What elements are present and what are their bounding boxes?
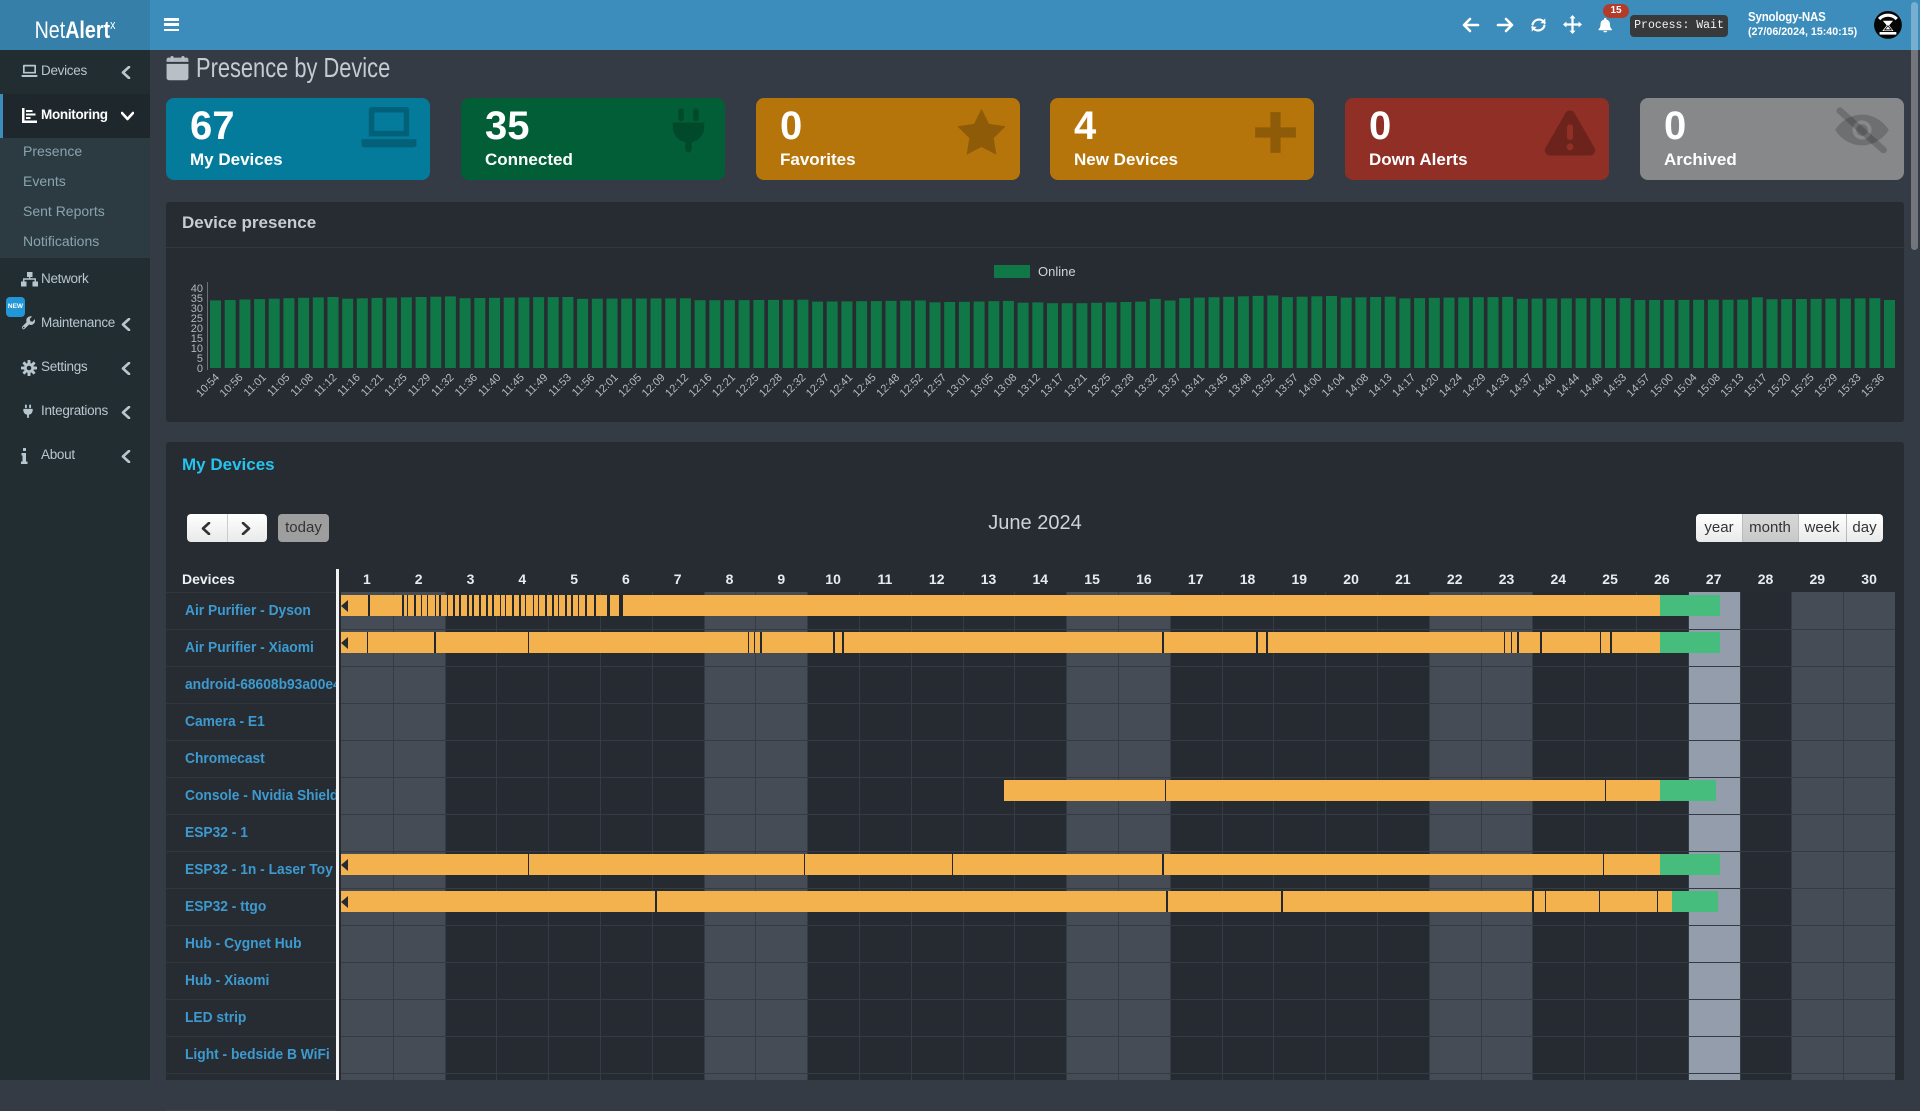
- svg-text:14:13: 14:13: [1367, 372, 1395, 400]
- svg-text:14:37: 14:37: [1507, 372, 1535, 400]
- svg-text:13:21: 13:21: [1062, 372, 1090, 400]
- svg-text:14:44: 14:44: [1554, 372, 1582, 400]
- svg-text:15:04: 15:04: [1672, 372, 1700, 400]
- svg-text:14:33: 14:33: [1484, 372, 1512, 400]
- svg-text:15:00: 15:00: [1648, 372, 1676, 400]
- svg-text:11:25: 11:25: [382, 372, 409, 399]
- svg-text:11:12: 11:12: [312, 372, 339, 399]
- svg-text:12:05: 12:05: [616, 372, 644, 400]
- svg-text:15:33: 15:33: [1836, 372, 1864, 400]
- svg-text:12:57: 12:57: [921, 372, 949, 400]
- svg-text:15:36: 15:36: [1859, 372, 1887, 400]
- svg-text:11:29: 11:29: [406, 372, 433, 399]
- svg-text:14:40: 14:40: [1531, 372, 1559, 400]
- svg-text:11:45: 11:45: [500, 372, 527, 399]
- svg-text:14:48: 14:48: [1578, 372, 1606, 400]
- svg-text:12:12: 12:12: [663, 372, 691, 400]
- svg-text:14:17: 14:17: [1390, 372, 1418, 400]
- svg-text:11:05: 11:05: [265, 372, 292, 399]
- svg-text:11:08: 11:08: [289, 372, 316, 399]
- svg-text:13:52: 13:52: [1249, 372, 1277, 400]
- svg-text:12:09: 12:09: [640, 372, 668, 400]
- svg-text:11:32: 11:32: [429, 372, 456, 399]
- svg-text:13:57: 13:57: [1273, 372, 1301, 400]
- svg-text:13:05: 13:05: [968, 372, 996, 400]
- svg-text:13:45: 13:45: [1203, 372, 1231, 400]
- svg-text:14:04: 14:04: [1320, 372, 1348, 400]
- svg-text:11:36: 11:36: [453, 372, 480, 399]
- svg-text:14:29: 14:29: [1460, 372, 1488, 400]
- svg-text:13:01: 13:01: [945, 372, 973, 400]
- svg-text:15:20: 15:20: [1765, 372, 1793, 400]
- svg-text:14:53: 14:53: [1601, 372, 1629, 400]
- svg-text:12:37: 12:37: [804, 372, 832, 400]
- svg-text:13:28: 13:28: [1109, 372, 1137, 400]
- svg-text:15:13: 15:13: [1718, 372, 1746, 400]
- svg-text:13:32: 13:32: [1132, 372, 1160, 400]
- svg-text:13:17: 13:17: [1038, 372, 1066, 400]
- svg-text:12:28: 12:28: [757, 372, 785, 400]
- svg-text:14:57: 14:57: [1625, 372, 1653, 400]
- svg-text:12:32: 12:32: [780, 372, 808, 400]
- svg-text:15:08: 15:08: [1695, 372, 1723, 400]
- svg-text:11:56: 11:56: [570, 372, 597, 399]
- svg-text:15:17: 15:17: [1742, 372, 1770, 400]
- svg-text:15:25: 15:25: [1789, 372, 1817, 400]
- svg-text:13:25: 13:25: [1085, 372, 1113, 400]
- svg-text:11:16: 11:16: [335, 372, 362, 399]
- svg-text:12:52: 12:52: [898, 372, 926, 400]
- svg-text:11:49: 11:49: [523, 372, 550, 399]
- svg-text:10:56: 10:56: [218, 372, 246, 400]
- svg-text:13:08: 13:08: [991, 372, 1019, 400]
- svg-text:10:54: 10:54: [194, 372, 222, 400]
- svg-text:12:16: 12:16: [687, 372, 715, 400]
- svg-text:11:40: 11:40: [476, 372, 503, 399]
- svg-text:13:12: 13:12: [1015, 372, 1043, 400]
- svg-text:14:00: 14:00: [1296, 372, 1324, 400]
- svg-text:13:41: 13:41: [1179, 372, 1207, 400]
- svg-text:13:48: 13:48: [1226, 372, 1254, 400]
- svg-text:12:25: 12:25: [734, 372, 762, 400]
- svg-text:12:01: 12:01: [593, 372, 621, 400]
- svg-text:12:48: 12:48: [874, 372, 902, 400]
- svg-text:14:24: 14:24: [1437, 372, 1465, 400]
- svg-text:12:21: 12:21: [710, 372, 738, 400]
- svg-text:Online: Online: [1038, 264, 1076, 279]
- svg-text:13:37: 13:37: [1156, 372, 1184, 400]
- svg-text:14:20: 14:20: [1414, 372, 1442, 400]
- svg-text:12:45: 12:45: [851, 372, 879, 400]
- svg-text:11:21: 11:21: [359, 372, 386, 399]
- svg-text:40: 40: [191, 283, 203, 295]
- svg-text:14:08: 14:08: [1343, 372, 1371, 400]
- svg-text:15:29: 15:29: [1812, 372, 1840, 400]
- svg-text:11:53: 11:53: [547, 372, 574, 399]
- svg-text:12:41: 12:41: [827, 372, 855, 400]
- svg-text:11:01: 11:01: [242, 372, 269, 399]
